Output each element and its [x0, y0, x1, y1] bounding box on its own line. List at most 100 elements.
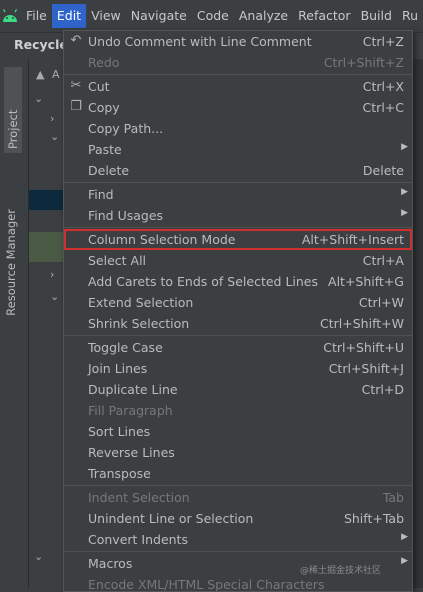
- copy-icon: ❐: [70, 99, 82, 114]
- menu-navigate[interactable]: Navigate: [126, 4, 192, 28]
- menu-item-sort-lines[interactable]: Sort Lines: [64, 421, 412, 442]
- menu-item-label: Indent Selection: [88, 490, 190, 505]
- menu-item-transpose[interactable]: Transpose: [64, 463, 412, 484]
- right-scroll-strip: [412, 59, 423, 588]
- menu-item-shortcut: Delete: [362, 163, 404, 178]
- menu-item-redo: Redo Ctrl+Shift+Z: [64, 52, 412, 73]
- chevron-down-icon[interactable]: ⌄: [34, 550, 43, 563]
- submenu-arrow-icon: ▶: [401, 556, 408, 566]
- chevron-down-icon[interactable]: ⌄: [34, 92, 43, 105]
- submenu-arrow-icon: ▶: [401, 532, 408, 542]
- menu-item-label: Encode XML/HTML Special Characters: [88, 577, 325, 592]
- menu-separator: [64, 182, 412, 183]
- menu-item-encode-xml-html-special-characters: Encode XML/HTML Special Characters: [64, 574, 412, 592]
- submenu-arrow-icon: ▶: [401, 142, 408, 152]
- menu-item-label: Copy: [88, 100, 120, 115]
- menu-item-shortcut: Ctrl+X: [362, 79, 404, 94]
- menu-item-fill-paragraph: Fill Paragraph: [64, 400, 412, 421]
- menu-view[interactable]: View: [86, 4, 126, 28]
- tree-row-label: A: [52, 68, 60, 81]
- menu-item-label: Paste: [88, 142, 122, 157]
- menu-item-copy[interactable]: ❐ Copy Ctrl+C: [64, 97, 412, 118]
- menu-item-label: Join Lines: [88, 361, 148, 376]
- menu-separator: [64, 74, 412, 75]
- menu-item-find[interactable]: Find ▶: [64, 184, 412, 205]
- project-tool-tab-label: Project: [6, 109, 20, 149]
- menu-item-label: Delete: [88, 163, 130, 178]
- menu-item-delete[interactable]: Delete Delete: [64, 160, 412, 181]
- menu-item-label: Copy Path...: [88, 121, 164, 136]
- menu-separator: [64, 551, 412, 552]
- menu-separator: [64, 335, 412, 336]
- menu-item-label: Macros: [88, 556, 133, 571]
- menu-item-label: Sort Lines: [88, 424, 151, 439]
- menu-item-label: Select All: [88, 253, 147, 268]
- menu-item-label: Add Carets to Ends of Selected Lines: [88, 274, 319, 289]
- chevron-right-icon[interactable]: ›: [50, 268, 54, 281]
- menu-item-shortcut: Ctrl+Shift+W: [320, 316, 404, 331]
- menu-item-label: Undo Comment with Line Comment: [88, 34, 312, 49]
- chevron-down-icon[interactable]: ⌄: [50, 290, 59, 303]
- menu-item-shortcut: Ctrl+Z: [362, 34, 404, 49]
- menu-item-shrink-selection[interactable]: Shrink Selection Ctrl+Shift+W: [64, 313, 412, 334]
- menu-item-paste[interactable]: Paste ▶: [64, 139, 412, 160]
- menu-item-shortcut: Ctrl+D: [361, 382, 404, 397]
- resource-manager-tool-tab[interactable]: Resource Manager: [4, 209, 18, 316]
- resource-manager-tool-tab-label: Resource Manager: [4, 209, 18, 316]
- menu-item-add-carets-to-ends-of-selected-lines[interactable]: Add Carets to Ends of Selected Lines Alt+…: [64, 271, 412, 292]
- menu-item-copy-path[interactable]: Copy Path...: [64, 118, 412, 139]
- chevron-down-icon[interactable]: ⌄: [50, 130, 59, 143]
- menu-item-shortcut: Ctrl+Shift+Z: [323, 55, 404, 70]
- menu-item-label: Reverse Lines: [88, 445, 175, 460]
- tool-window-strip: Project Resource Manager: [0, 59, 29, 588]
- menu-item-join-lines[interactable]: Join Lines Ctrl+Shift+J: [64, 358, 412, 379]
- menu-code[interactable]: Code: [192, 4, 234, 28]
- menu-separator: [64, 227, 412, 228]
- menu-item-label: Convert Indents: [88, 532, 188, 547]
- menu-item-indent-selection: Indent Selection Tab: [64, 487, 412, 508]
- chevron-right-icon[interactable]: ›: [50, 112, 54, 125]
- menu-item-duplicate-line[interactable]: Duplicate Line Ctrl+D: [64, 379, 412, 400]
- submenu-arrow-icon: ▶: [401, 187, 408, 197]
- menu-file[interactable]: File: [21, 4, 52, 28]
- menu-item-convert-indents[interactable]: Convert Indents ▶: [64, 529, 412, 550]
- edit-menu-popup: ↶ Undo Comment with Line Comment Ctrl+Z Red…: [63, 30, 413, 592]
- menu-item-shortcut: Ctrl+Shift+U: [323, 340, 404, 355]
- menu-edit[interactable]: Edit: [51, 4, 87, 28]
- menu-run[interactable]: Ru: [397, 4, 423, 28]
- menu-separator: [64, 485, 412, 486]
- menu-item-shortcut: Ctrl+C: [362, 100, 404, 115]
- menu-item-reverse-lines[interactable]: Reverse Lines: [64, 442, 412, 463]
- menu-item-label: Toggle Case: [88, 340, 163, 355]
- menu-item-label: Unindent Line or Selection: [88, 511, 254, 526]
- menu-item-shortcut: Ctrl+A: [362, 253, 404, 268]
- menu-item-label: Fill Paragraph: [88, 403, 173, 418]
- menu-item-shortcut: Alt+Shift+Insert: [301, 232, 404, 247]
- project-tool-tab[interactable]: Project: [4, 67, 22, 153]
- android-module-icon: ▲: [36, 68, 45, 81]
- menu-item-shortcut: Shift+Tab: [343, 511, 404, 526]
- menu-item-label: Extend Selection: [88, 295, 194, 310]
- menu-item-select-all[interactable]: Select All Ctrl+A: [64, 250, 412, 271]
- menu-item-label: Column Selection Mode: [88, 232, 236, 247]
- menu-item-label: Find Usages: [88, 208, 164, 223]
- menu-refactor[interactable]: Refactor: [293, 4, 355, 28]
- menu-analyze[interactable]: Analyze: [234, 4, 293, 28]
- menu-item-shortcut: Tab: [382, 490, 404, 505]
- menu-item-label: Shrink Selection: [88, 316, 190, 331]
- submenu-arrow-icon: ▶: [401, 208, 408, 218]
- android-icon: [0, 0, 21, 32]
- menu-item-toggle-case[interactable]: Toggle Case Ctrl+Shift+U: [64, 337, 412, 358]
- menu-build[interactable]: Build: [356, 4, 397, 28]
- menu-item-label: Duplicate Line: [88, 382, 178, 397]
- undo-icon: ↶: [70, 33, 82, 48]
- menu-item-unindent-line-or-selection[interactable]: Unindent Line or Selection Shift+Tab: [64, 508, 412, 529]
- menu-item-shortcut: Ctrl+W: [358, 295, 404, 310]
- menu-item-label: Transpose: [88, 466, 151, 481]
- menu-item-undo-comment-with-line-comment[interactable]: ↶ Undo Comment with Line Comment Ctrl+Z: [64, 31, 412, 52]
- menu-item-find-usages[interactable]: Find Usages ▶: [64, 205, 412, 226]
- menu-item-label: Find: [88, 187, 114, 202]
- menu-item-column-selection-mode[interactable]: Column Selection Mode Alt+Shift+Insert: [64, 229, 412, 250]
- menu-item-cut[interactable]: ✂ Cut Ctrl+X: [64, 76, 412, 97]
- menu-item-extend-selection[interactable]: Extend Selection Ctrl+W: [64, 292, 412, 313]
